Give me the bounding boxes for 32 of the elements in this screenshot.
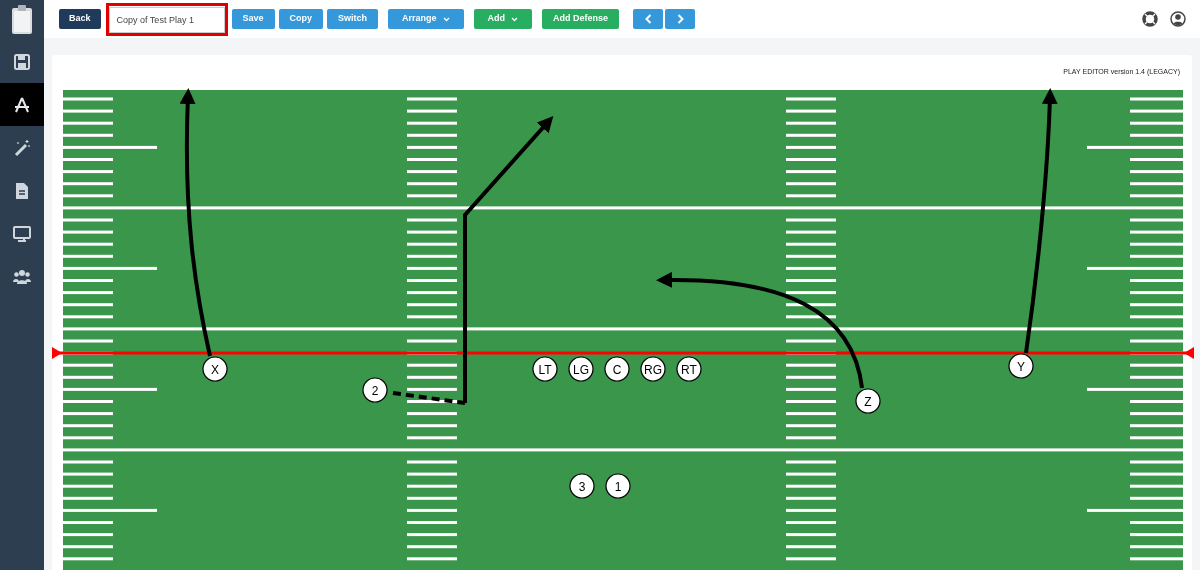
sidebar-item[interactable] [0, 83, 44, 126]
chevron-left-icon [644, 14, 652, 24]
document-icon [13, 181, 31, 200]
caret-icon [442, 16, 450, 22]
player-marker[interactable]: RG [640, 356, 666, 382]
player-marker[interactable]: Y [1008, 353, 1034, 379]
player-marker[interactable]: Z [855, 388, 881, 414]
lifebuoy-icon[interactable] [1142, 11, 1158, 27]
compass-drafting-icon [13, 95, 31, 114]
dashed-route-line[interactable] [392, 391, 466, 405]
monitor-icon [13, 224, 31, 243]
route-arrow[interactable] [179, 88, 212, 357]
route-arrow[interactable] [463, 116, 554, 403]
caret-icon [511, 16, 519, 22]
magic-wand-icon [13, 138, 31, 157]
next-button[interactable] [665, 9, 696, 29]
back-button[interactable]: Back [59, 9, 101, 29]
user-icon[interactable] [1170, 11, 1186, 27]
group-icon [13, 267, 31, 286]
player-marker[interactable]: 2 [362, 377, 388, 403]
player-marker[interactable]: 3 [569, 473, 595, 499]
clipboard-icon[interactable] [11, 5, 33, 35]
player-marker[interactable]: C [604, 356, 630, 382]
player-marker[interactable]: X [202, 356, 228, 382]
player-marker[interactable]: RT [676, 356, 702, 382]
previous-button[interactable] [633, 9, 664, 29]
player-marker[interactable]: 1 [605, 473, 631, 499]
play-name-field[interactable]: Copy of Test Play 1 [105, 2, 228, 36]
chevron-right-icon [676, 14, 684, 24]
route-arrow[interactable] [1024, 88, 1058, 354]
player-marker[interactable]: LT [532, 356, 558, 382]
player-marker[interactable]: LG [568, 356, 594, 382]
